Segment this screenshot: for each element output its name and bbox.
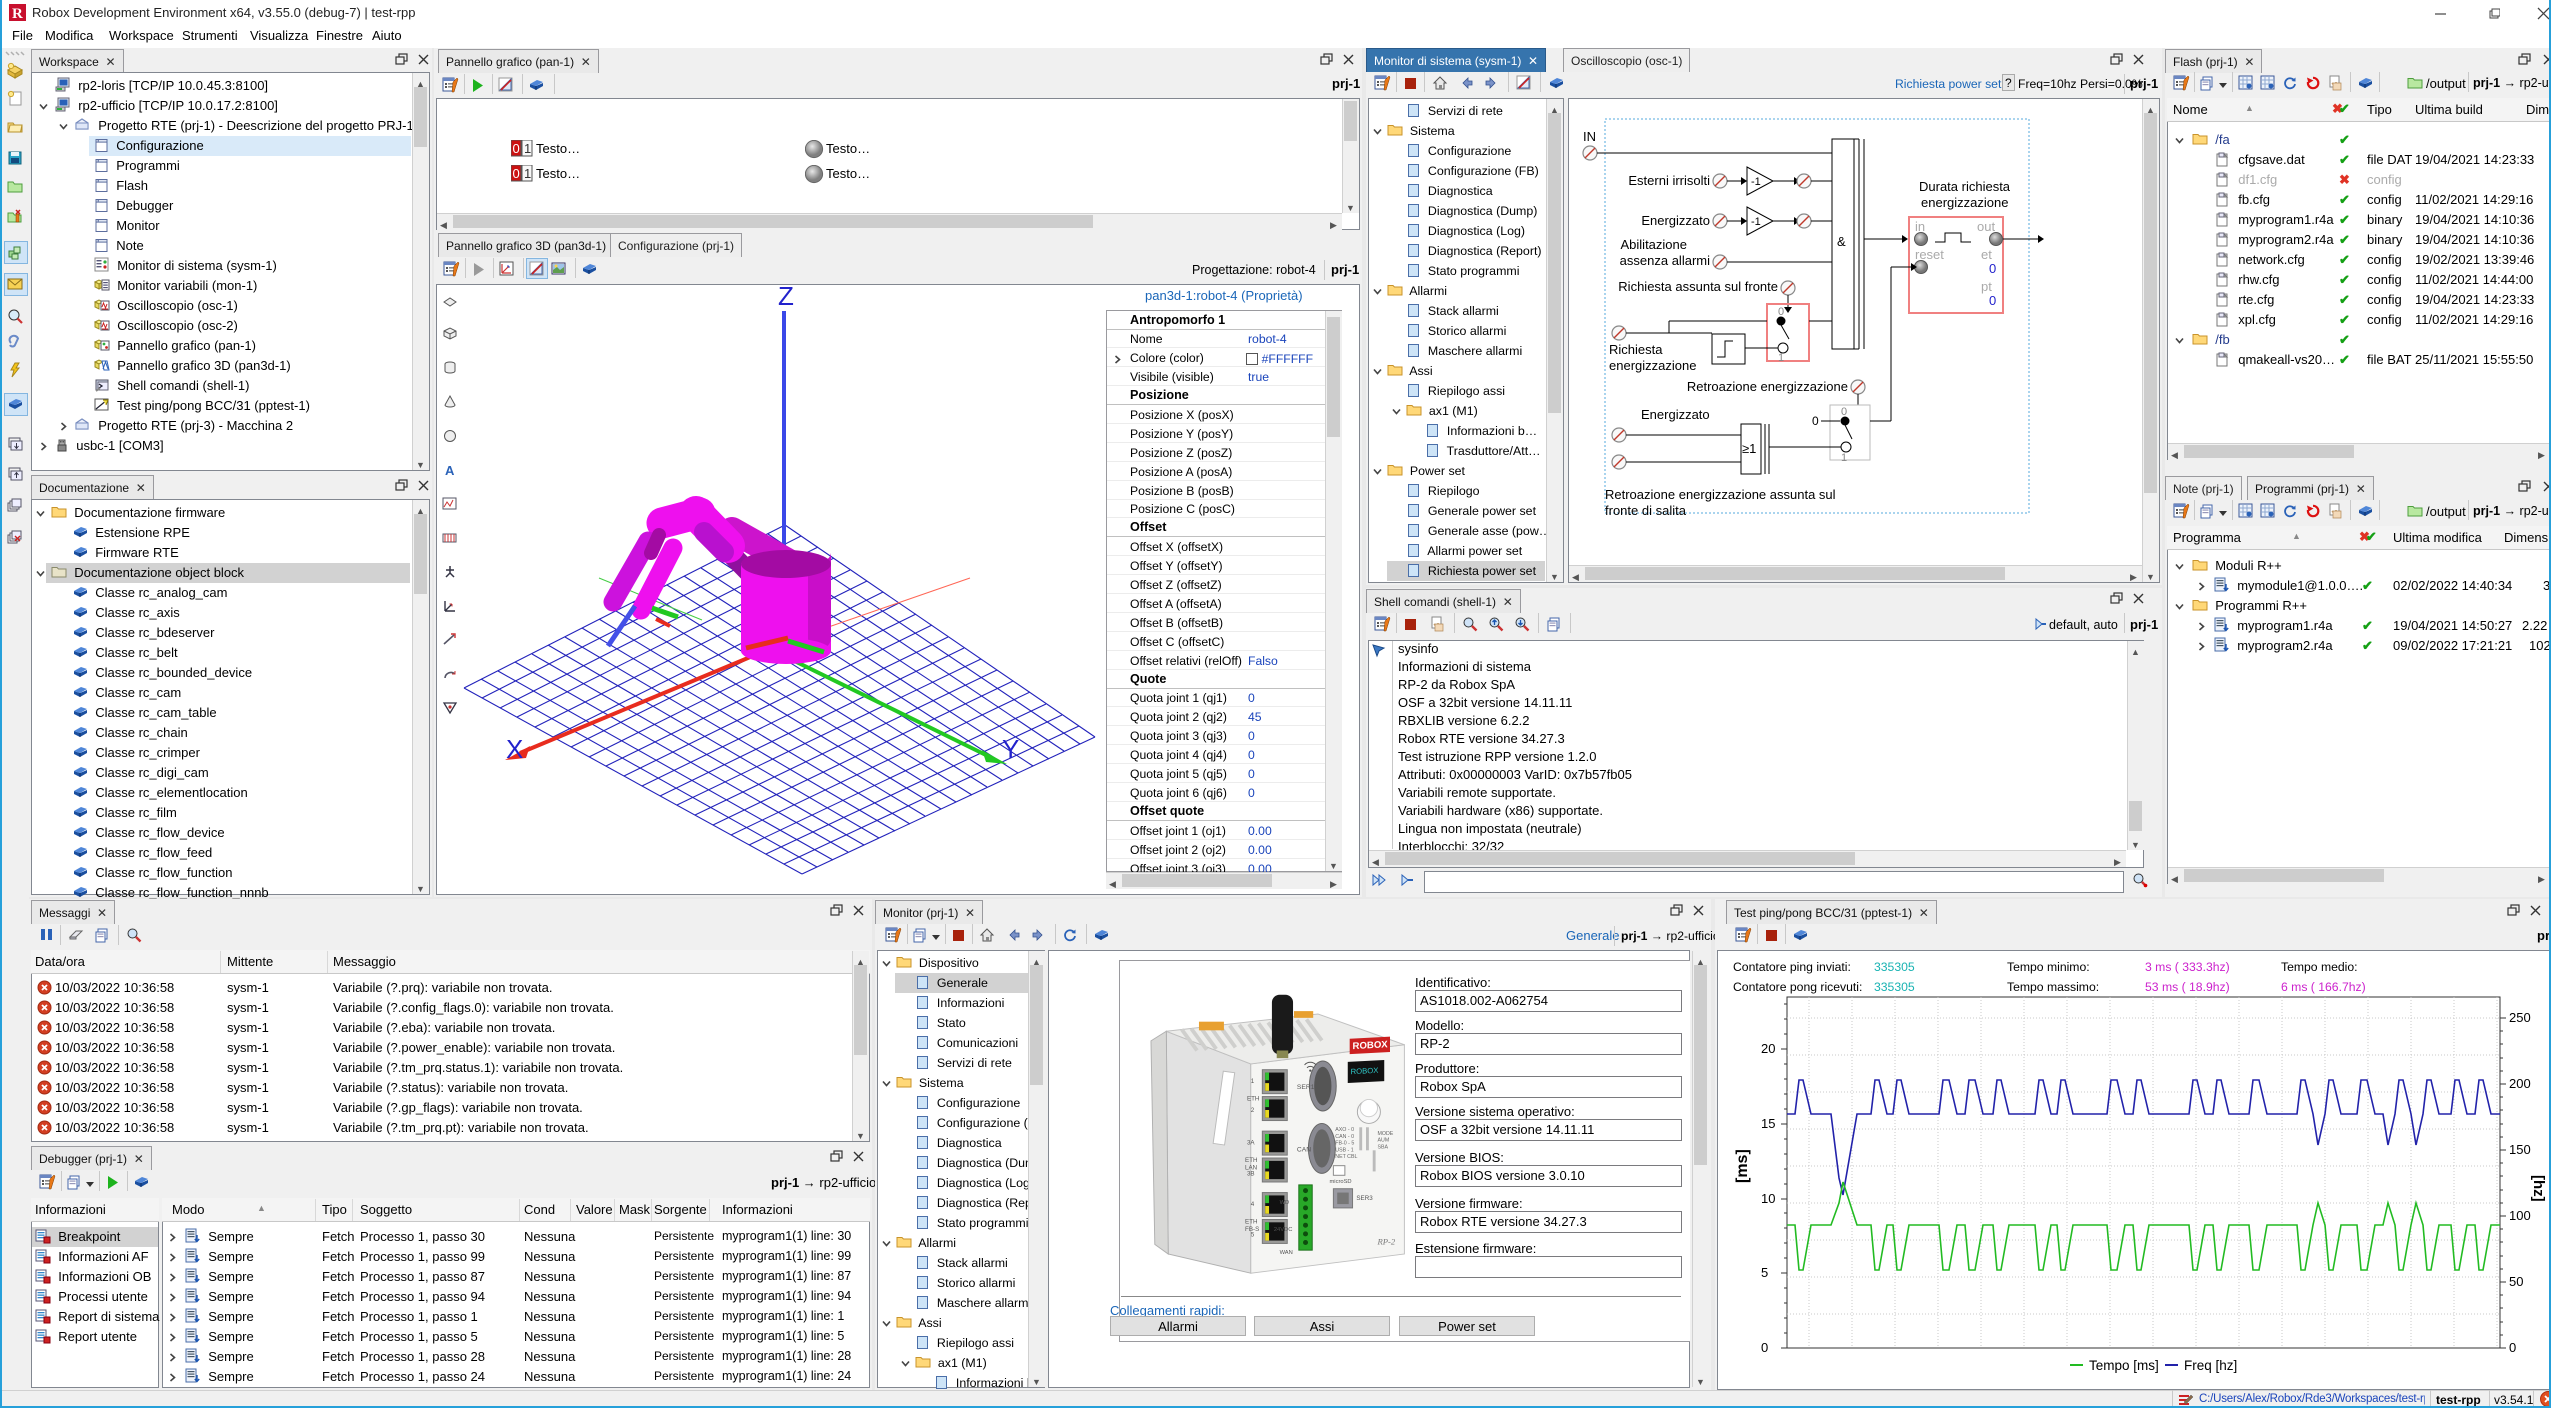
svg-text:2: 2	[1251, 1107, 1255, 1114]
svg-text:et: et	[1981, 247, 1992, 262]
svg-text:Freq [hz]: Freq [hz]	[2184, 1358, 2237, 1373]
svg-text:Richiesta assunta sul fronte: Richiesta assunta sul fronte	[1618, 279, 1778, 294]
svg-text:pt: pt	[1981, 279, 1992, 294]
svg-text:Retroazione energizzazione ass: Retroazione energizzazione assunta sul	[1605, 487, 1836, 502]
svg-text:0: 0	[1812, 414, 1819, 428]
svg-text:SBA: SBA	[1378, 1144, 1389, 1150]
svg-text:ROBOX: ROBOX	[1353, 1039, 1389, 1052]
svg-text:Abilitazione: Abilitazione	[1621, 237, 1688, 252]
svg-text:1: 1	[524, 166, 531, 181]
svg-text:reset: reset	[1915, 247, 1944, 262]
svg-text:1: 1	[1251, 1078, 1255, 1085]
svg-text:0: 0	[1841, 406, 1847, 418]
svg-text:0: 0	[1761, 1340, 1768, 1355]
svg-text:energizzazione: energizzazione	[1921, 195, 2008, 210]
svg-text:CAN: CAN	[1297, 1146, 1311, 1153]
svg-text:0: 0	[1989, 261, 1996, 276]
svg-text:Richiesta: Richiesta	[1609, 342, 1663, 357]
svg-text:ETH: ETH	[1245, 1157, 1257, 1164]
svg-text:FB-0 - 5: FB-0 - 5	[1335, 1141, 1354, 1147]
svg-text:fronte di salita: fronte di salita	[1605, 503, 1687, 518]
svg-text:Esterni irrisolti: Esterni irrisolti	[1628, 173, 1710, 188]
svg-text:3A: 3A	[1247, 1140, 1255, 1147]
svg-text:SER3: SER3	[1356, 1195, 1373, 1202]
svg-text:AUM: AUM	[1378, 1138, 1390, 1144]
svg-text:0: 0	[513, 141, 520, 156]
svg-text:WD: WD	[1280, 1200, 1290, 1206]
svg-text:≥1: ≥1	[1742, 441, 1756, 456]
svg-text:0: 0	[513, 166, 520, 181]
svg-text:Y: Y	[1002, 734, 1019, 764]
svg-text:Durata richiesta: Durata richiesta	[1919, 179, 2011, 194]
svg-text:CAN - 0: CAN - 0	[1335, 1134, 1354, 1140]
svg-text:4: 4	[1251, 1201, 1255, 1208]
svg-text:-1: -1	[1751, 176, 1761, 188]
svg-text:out: out	[1977, 219, 1995, 234]
svg-text:-1: -1	[1751, 216, 1761, 228]
svg-text:energizzazione: energizzazione	[1609, 358, 1696, 373]
svg-text:MODE: MODE	[1378, 1131, 1394, 1137]
svg-text:[ms]: [ms]	[1734, 1149, 1751, 1183]
svg-text:microSD: microSD	[1330, 1179, 1352, 1185]
svg-text:1: 1	[524, 141, 531, 156]
svg-text:20: 20	[1761, 1041, 1775, 1056]
svg-text:&: &	[1837, 234, 1846, 249]
svg-text:AXO - 0: AXO - 0	[1335, 1127, 1354, 1133]
svg-text:150: 150	[2509, 1142, 2531, 1157]
svg-text:SER1: SER1	[1297, 1084, 1315, 1091]
svg-text:200: 200	[2509, 1076, 2531, 1091]
svg-text:[hz]: [hz]	[2530, 1175, 2547, 1202]
svg-text:5: 5	[1251, 1232, 1255, 1239]
svg-text:Energizzato: Energizzato	[1641, 407, 1710, 422]
svg-text:0: 0	[1989, 293, 1996, 308]
svg-text:RP-2: RP-2	[1377, 1236, 1396, 1246]
svg-text:NET CBL: NET CBL	[1335, 1154, 1357, 1160]
svg-text:ETH: ETH	[1245, 1218, 1257, 1225]
svg-text:1: 1	[1841, 452, 1847, 464]
svg-text:IN: IN	[1583, 129, 1596, 144]
svg-text:ROBOX: ROBOX	[1351, 1066, 1379, 1076]
svg-text:10: 10	[1761, 1191, 1775, 1206]
svg-text:Retroazione energizzazione: Retroazione energizzazione	[1687, 379, 1848, 394]
svg-text:5: 5	[1761, 1265, 1768, 1280]
svg-text:15: 15	[1761, 1116, 1775, 1131]
svg-text:Energizzato: Energizzato	[1641, 213, 1710, 228]
svg-text:Tempo [ms]: Tempo [ms]	[2089, 1358, 2159, 1373]
svg-text:0: 0	[2509, 1340, 2516, 1355]
svg-text:50: 50	[2509, 1274, 2523, 1289]
svg-text:3B: 3B	[1247, 1170, 1255, 1177]
svg-text:WAN: WAN	[1280, 1250, 1293, 1256]
svg-text:250: 250	[2509, 1010, 2531, 1025]
svg-text:24VDC: 24VDC	[1274, 1227, 1293, 1233]
svg-text:USB - 1: USB - 1	[1335, 1147, 1354, 1153]
svg-text:X: X	[506, 734, 523, 764]
svg-text:R: R	[12, 6, 23, 21]
svg-text:Z: Z	[778, 285, 794, 311]
svg-text:0: 0	[1778, 306, 1784, 318]
svg-text:ETH: ETH	[1247, 1095, 1259, 1102]
svg-text:100: 100	[2509, 1208, 2531, 1223]
svg-text:in: in	[1915, 219, 1925, 234]
svg-text:assenza allarmi: assenza allarmi	[1620, 253, 1710, 268]
svg-text:1: 1	[1778, 352, 1784, 364]
